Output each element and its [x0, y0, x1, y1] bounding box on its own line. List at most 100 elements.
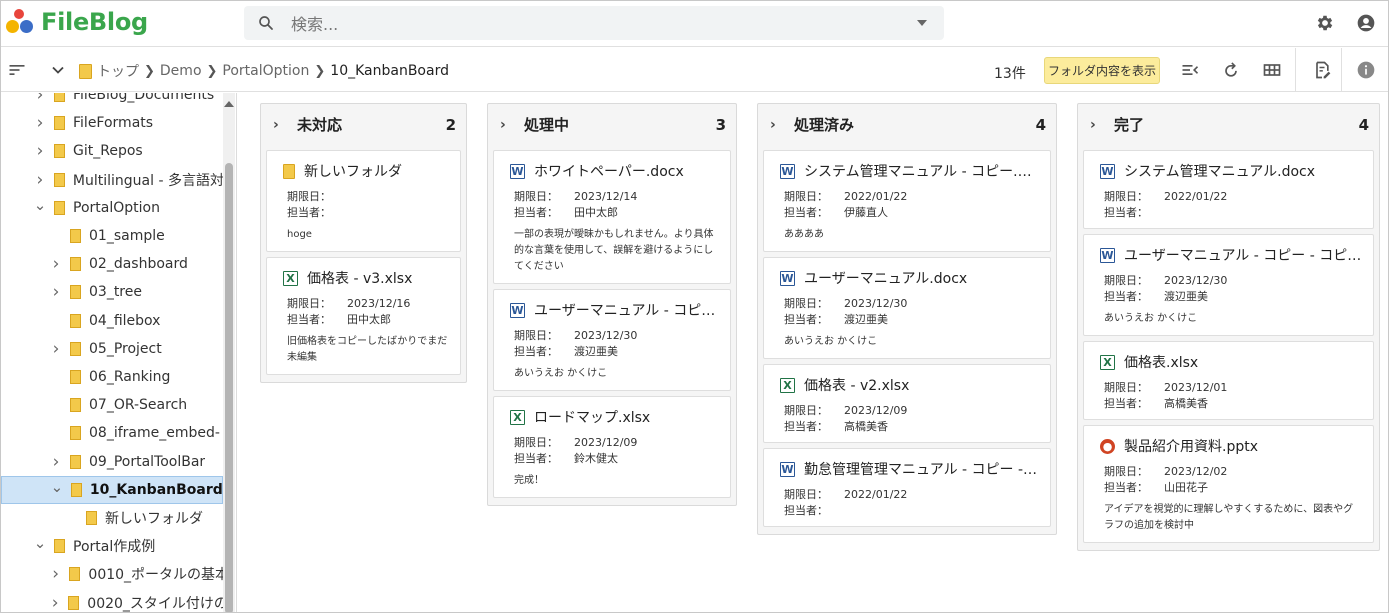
gear-icon[interactable] [1315, 13, 1335, 33]
card-meta: 期限日： 2023/12/09 担当者： 鈴木健太 [514, 434, 720, 466]
kanban-card[interactable]: X 価格表 - v3.xlsx 期限日： 2023/12/16 担当者： 田中太郎 旧価格表… [266, 257, 461, 375]
tree-item[interactable]: › 09_PortalToolBar [1, 448, 223, 476]
tree-item[interactable]: › 02_dashboard [1, 250, 223, 278]
scrollbar-thumb[interactable] [225, 163, 233, 612]
tree-item[interactable]: 06_Ranking [1, 363, 223, 391]
column-count: 3 [715, 115, 726, 134]
card-title[interactable]: システム管理マニュアル - コピー.docx [804, 161, 1040, 181]
kanban-card[interactable]: W ユーザーマニュアル - コピー - コピー.docx 期限日： 2023/12/3… [1083, 234, 1374, 336]
tree-item[interactable]: 04_filebox [1, 307, 223, 335]
tree-item[interactable]: ⌄ PortalOption [1, 194, 223, 222]
account-icon[interactable] [1356, 13, 1376, 33]
kanban-card[interactable]: W ホワイトペーパー.docx 期限日： 2023/12/14 担当者： 田中太郎 一部の表… [493, 150, 731, 284]
card-title[interactable]: 製品紹介用資料.pptx [1124, 436, 1258, 456]
tree-item[interactable]: 08_iframe_embed- [1, 419, 223, 447]
tree-item[interactable]: › 0020_スタイル付けの基 [1, 589, 223, 612]
due-value: 2023/12/14 [574, 189, 638, 203]
kanban-card[interactable]: ● 製品紹介用資料.pptx 期限日： 2023/12/02 担当者： 山田花子 アイデアを… [1083, 425, 1374, 543]
chevron-right-icon[interactable]: › [500, 117, 514, 133]
tree-item[interactable]: › Multilingual - 多言語対 [1, 166, 223, 194]
card-title[interactable]: 勤怠管理管理マニュアル - コピー - コ… [804, 459, 1040, 479]
chevron-right-icon[interactable]: › [33, 141, 47, 161]
folder-icon [70, 370, 81, 384]
card-title[interactable]: ユーザーマニュアル - コピー - コピー.docx [1124, 245, 1363, 265]
grid-view-icon[interactable] [1262, 60, 1282, 80]
chevron-right-icon[interactable]: › [49, 254, 63, 274]
tree-item[interactable]: 新しいフォルダ [1, 504, 223, 532]
chevron-right-icon[interactable]: › [33, 170, 47, 190]
kanban-card[interactable]: W システム管理マニュアル - コピー.docx 期限日： 2022/01/22 担当者… [763, 150, 1051, 252]
edit-document-icon[interactable] [1312, 60, 1332, 80]
tree-item[interactable]: › 03_tree [1, 278, 223, 306]
kanban-card[interactable]: W システム管理マニュアル.docx 期限日： 2022/01/22 担当者： [1083, 150, 1374, 229]
tree-item[interactable]: › FileBlog_Documents [1, 93, 223, 109]
chevron-right-icon[interactable]: › [49, 339, 63, 359]
chevron-right-icon[interactable]: › [49, 593, 61, 612]
scroll-up-icon[interactable] [224, 101, 234, 107]
chevron-down-icon[interactable]: ⌄ [33, 196, 47, 214]
folder-icon [54, 144, 65, 158]
tree-item[interactable]: ⌄ 10_KanbanBoard [1, 476, 223, 504]
chevron-right-icon[interactable]: › [33, 93, 47, 105]
search-dropdown-icon[interactable] [917, 20, 927, 26]
card-title[interactable]: システム管理マニュアル.docx [1124, 161, 1315, 181]
tree-item[interactable]: ⌄ Portal作成例 [1, 532, 223, 560]
kanban-card[interactable]: X 価格表.xlsx 期限日： 2023/12/01 担当者： 高橋美香 [1083, 341, 1374, 420]
tree-item-label: Portal作成例 [73, 539, 156, 555]
word-file-icon: W [510, 163, 525, 179]
chevron-down-icon[interactable] [48, 60, 68, 80]
sort-icon[interactable] [7, 60, 27, 80]
card-title[interactable]: ホワイトペーパー.docx [534, 161, 684, 181]
column-count: 2 [445, 115, 456, 134]
chevron-right-icon[interactable]: › [33, 113, 47, 133]
info-icon[interactable] [1356, 60, 1376, 80]
card-title[interactable]: ユーザーマニュアル - コピー.docx [534, 300, 720, 320]
search-bar[interactable]: 検索... [244, 6, 944, 40]
chevron-right-icon[interactable]: › [273, 117, 287, 133]
logo[interactable]: FileBlog [5, 7, 148, 37]
show-folder-contents-button[interactable]: フォルダ内容を表示 [1044, 57, 1160, 84]
tree-item[interactable]: › FileFormats [1, 109, 223, 137]
chevron-right-icon[interactable]: › [770, 117, 784, 133]
chevron-right-icon[interactable]: › [49, 564, 62, 584]
folder-icon [70, 455, 81, 469]
tree-item-label: PortalOption [73, 200, 160, 216]
breadcrumb-demo[interactable]: Demo [160, 63, 202, 79]
chevron-down-icon[interactable]: ⌄ [50, 478, 64, 496]
tree-item[interactable]: 01_sample [1, 222, 223, 250]
tree-item[interactable]: 07_OR-Search [1, 391, 223, 419]
kanban-card[interactable]: 新しいフォルダ 期限日： 担当者： hoge [266, 150, 461, 252]
column-header[interactable]: › 未対応 2 [261, 104, 466, 145]
refresh-icon[interactable] [1221, 60, 1241, 80]
tree-item-label: 08_iframe_embed- [89, 425, 220, 441]
chevron-right-icon[interactable]: › [1090, 117, 1104, 133]
kanban-card[interactable]: W 勤怠管理管理マニュアル - コピー - コ… 期限日： 2022/01/22 担当者… [763, 448, 1051, 527]
meta-row-due: 期限日： 2023/12/09 [784, 402, 1040, 418]
column-header[interactable]: › 完了 4 [1078, 104, 1379, 145]
kanban-card[interactable]: X ロードマップ.xlsx 期限日： 2023/12/09 担当者： 鈴木健太 完成！ [493, 396, 731, 498]
tree-item-label: FileFormats [73, 115, 154, 131]
tree-item[interactable]: › 0010_ポータルの基本 [1, 560, 223, 588]
owner-label: 担当者： [784, 420, 828, 433]
card-title[interactable]: 価格表.xlsx [1124, 352, 1198, 372]
card-title[interactable]: 価格表 - v3.xlsx [307, 268, 412, 288]
card-title[interactable]: ユーザーマニュアル.docx [804, 268, 967, 288]
kanban-card[interactable]: W ユーザーマニュアル - コピー.docx 期限日： 2023/12/30 担当者： 渡… [493, 289, 731, 391]
breadcrumb-portaloption[interactable]: PortalOption [222, 63, 309, 79]
collapse-panel-icon[interactable] [1180, 60, 1200, 80]
kanban-card[interactable]: W ユーザーマニュアル.docx 期限日： 2023/12/30 担当者： 渡辺亜美 あいう… [763, 257, 1051, 359]
chevron-right-icon[interactable]: › [49, 452, 63, 472]
kanban-card[interactable]: X 価格表 - v2.xlsx 期限日： 2023/12/09 担当者： 高橋美香 [763, 364, 1051, 443]
card-title[interactable]: ロードマップ.xlsx [534, 407, 650, 427]
card-title[interactable]: 価格表 - v2.xlsx [804, 375, 909, 395]
column-header[interactable]: › 処理中 3 [488, 104, 736, 145]
word-file-icon: W [510, 302, 525, 318]
tree-item[interactable]: › 05_Project [1, 335, 223, 363]
chevron-down-icon[interactable]: ⌄ [33, 534, 47, 552]
breadcrumb-top[interactable]: トップ [97, 61, 139, 81]
search-input[interactable]: 検索... [291, 11, 917, 35]
tree-item[interactable]: › Git_Repos [1, 137, 223, 165]
column-header[interactable]: › 処理済み 4 [758, 104, 1056, 145]
card-title[interactable]: 新しいフォルダ [304, 161, 402, 181]
chevron-right-icon[interactable]: › [49, 282, 63, 302]
